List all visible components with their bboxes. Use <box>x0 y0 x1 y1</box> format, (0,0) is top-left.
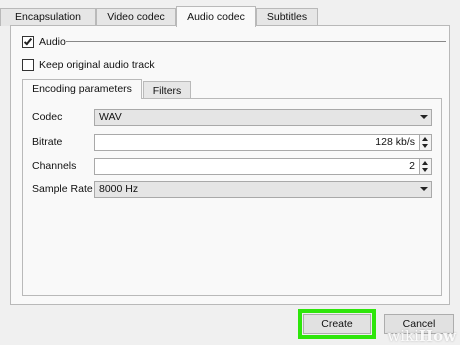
keep-original-checkbox[interactable] <box>22 59 34 71</box>
wikihow-watermark: wikiHow <box>387 327 456 345</box>
audio-checkbox-row[interactable]: Audio <box>22 36 66 48</box>
codec-select[interactable]: WAV <box>94 109 432 126</box>
channels-spinbox[interactable]: 2 <box>94 158 432 175</box>
audio-checkbox-label: Audio <box>39 36 66 48</box>
bitrate-spinbox[interactable]: 128 kb/s <box>94 134 432 151</box>
sample-rate-value: 8000 Hz <box>99 183 139 195</box>
bitrate-label: Bitrate <box>32 136 63 148</box>
sample-rate-label: Sample Rate <box>32 183 93 195</box>
bitrate-stepper[interactable] <box>419 135 431 150</box>
channels-value: 2 <box>409 160 415 172</box>
audio-checkbox[interactable] <box>22 36 34 48</box>
tab-video-codec[interactable]: Video codec <box>96 8 176 26</box>
tab-audio-codec[interactable]: Audio codec <box>176 6 256 27</box>
channels-stepper[interactable] <box>419 159 431 174</box>
tab-encapsulation[interactable]: Encapsulation <box>0 8 96 26</box>
watermark-how: How <box>418 327 456 345</box>
arrow-up-icon <box>422 137 428 141</box>
keep-original-label: Keep original audio track <box>39 59 155 71</box>
bitrate-value: 128 kb/s <box>375 136 415 148</box>
codec-label: Codec <box>32 111 63 123</box>
create-button[interactable]: Create <box>303 314 371 334</box>
arrow-up-icon <box>422 161 428 165</box>
audio-group-divider <box>66 41 446 42</box>
codec-value: WAV <box>99 111 122 123</box>
tab-encoding-parameters[interactable]: Encoding parameters <box>22 79 142 99</box>
arrow-down-icon <box>422 168 428 172</box>
tab-filters[interactable]: Filters <box>143 81 191 99</box>
channels-label: Channels <box>32 160 77 172</box>
keep-original-row[interactable]: Keep original audio track <box>22 59 155 71</box>
watermark-wiki: wiki <box>387 327 419 345</box>
arrow-down-icon <box>422 144 428 148</box>
sample-rate-select[interactable]: 8000 Hz <box>94 181 432 198</box>
chevron-down-icon <box>420 187 428 191</box>
chevron-down-icon <box>420 115 428 119</box>
codec-tab-bar: Encapsulation Video codec Audio codec Su… <box>0 6 460 27</box>
checkmark-icon <box>23 36 33 46</box>
tab-subtitles[interactable]: Subtitles <box>256 8 318 26</box>
